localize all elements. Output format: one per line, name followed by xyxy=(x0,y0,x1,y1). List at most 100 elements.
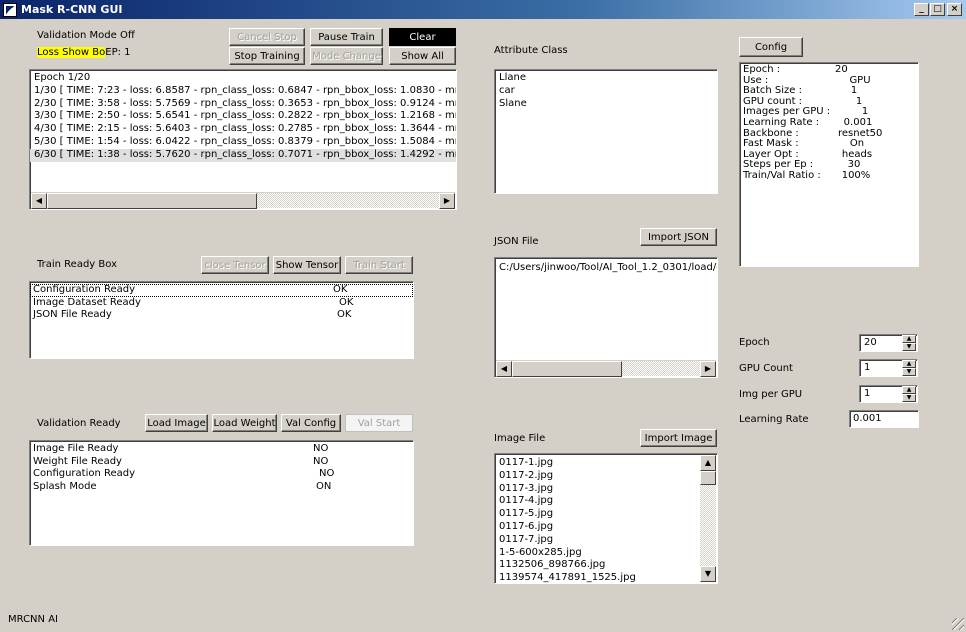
item-name: Configuration Ready xyxy=(33,284,136,295)
list-item[interactable]: 0117-2.jpg xyxy=(495,470,699,483)
list-item[interactable]: 0117-1.jpg xyxy=(495,457,699,470)
list-item[interactable]: Image Dataset Ready OK xyxy=(30,297,413,310)
attribute-class-list[interactable]: Llane car Slane xyxy=(494,69,718,194)
close-button[interactable]: × xyxy=(947,3,962,16)
image-file-list[interactable]: 0117-1.jpg 0117-2.jpg 0117-3.jpg 0117-4.… xyxy=(494,453,718,584)
list-item[interactable]: 0117-6.jpg xyxy=(495,521,699,534)
close-tensor-button[interactable]: close Tensor xyxy=(201,256,269,274)
clear-button[interactable]: Clear xyxy=(389,28,456,46)
load-image-button[interactable]: Load Image xyxy=(145,414,208,432)
spin-up-icon[interactable]: ▲ xyxy=(902,360,916,368)
scroll-right-icon[interactable]: ▶ xyxy=(439,193,455,209)
window-title: Mask R-CNN GUI xyxy=(21,3,123,16)
list-item[interactable]: car xyxy=(495,85,717,98)
val-config-button[interactable]: Val Config xyxy=(281,414,341,432)
scroll-thumb[interactable] xyxy=(700,471,716,485)
attribute-class-label: Attribute Class xyxy=(494,45,568,56)
training-log[interactable]: Epoch 1/20 1/30 [ TIME: 7:23 - loss: 6.8… xyxy=(29,69,457,210)
epoch-spinner[interactable]: 20 ▲ ▼ xyxy=(859,334,918,352)
show-tensor-button[interactable]: Show Tensor xyxy=(273,256,341,274)
resize-grip-icon[interactable] xyxy=(952,618,964,630)
spin-down-icon[interactable]: ▼ xyxy=(902,368,916,376)
list-item[interactable]: Splash Mode ON xyxy=(30,481,413,494)
list-item[interactable]: Configuration Ready OK xyxy=(30,284,413,297)
validation-ready-list[interactable]: Image File Ready NO Weight File Ready NO… xyxy=(29,440,414,546)
import-image-button[interactable]: Import Image xyxy=(640,429,717,447)
status-bar-text: MRCNN AI xyxy=(8,614,58,625)
list-item[interactable]: Configuration Ready NO xyxy=(30,468,413,481)
list-item[interactable]: 0117-5.jpg xyxy=(495,508,699,521)
import-json-button[interactable]: Import JSON xyxy=(640,228,717,246)
img-per-gpu-spinner[interactable]: 1 ▲ ▼ xyxy=(859,385,918,403)
load-weight-button[interactable]: Load Weight xyxy=(212,414,277,432)
list-item[interactable]: 0117-4.jpg xyxy=(495,495,699,508)
gpu-count-spinner[interactable]: 1 ▲ ▼ xyxy=(859,359,918,377)
epoch-value: 20 xyxy=(864,337,877,348)
json-horizontal-scrollbar[interactable]: ◀ ▶ xyxy=(496,360,716,377)
config-value: 0.001 xyxy=(843,116,873,128)
train-ready-list[interactable]: Configuration Ready OK Image Dataset Rea… xyxy=(29,281,414,359)
val-start-button[interactable]: Val Start xyxy=(345,414,413,432)
config-value: 100% xyxy=(841,169,871,181)
list-item[interactable]: 1-5-600x285.jpg xyxy=(495,547,699,560)
loss-show-label: Loss Show BoEP: 1 xyxy=(37,47,131,58)
spin-up-icon[interactable]: ▲ xyxy=(902,335,916,343)
list-item[interactable]: Image File Ready NO xyxy=(30,443,413,456)
scroll-thumb[interactable] xyxy=(47,193,257,209)
config-value: 20 xyxy=(835,64,848,75)
log-horizontal-scrollbar[interactable]: ◀ ▶ xyxy=(31,192,455,209)
item-name: Configuration Ready xyxy=(33,468,136,480)
mode-change-button[interactable]: Mode Change xyxy=(310,47,383,65)
scroll-up-icon[interactable]: ▲ xyxy=(700,455,716,471)
spin-down-icon[interactable]: ▼ xyxy=(902,343,916,351)
train-ready-label: Train Ready Box xyxy=(37,259,117,270)
title-bar[interactable]: Mask R-CNN GUI _ □ × xyxy=(0,0,966,19)
loss-show-epoch: EP: 1 xyxy=(105,47,131,58)
config-row: Epoch : 20 xyxy=(740,64,918,76)
app-icon xyxy=(3,2,17,17)
gpu-count-value: 1 xyxy=(864,362,871,373)
list-item[interactable]: 0117-7.jpg xyxy=(495,534,699,547)
epoch-label: Epoch xyxy=(739,337,770,348)
list-item[interactable]: 1132506_898766.jpg xyxy=(495,559,699,572)
loss-show-highlight: Loss Show Bo xyxy=(37,47,106,58)
spin-down-icon[interactable]: ▼ xyxy=(902,394,916,402)
stop-training-button[interactable]: Stop Training xyxy=(229,47,305,65)
list-item[interactable]: Slane xyxy=(495,98,717,111)
item-status: OK xyxy=(337,309,352,321)
image-file-label: Image File xyxy=(494,433,546,444)
list-item[interactable]: JSON File Ready OK xyxy=(30,309,413,322)
json-file-box[interactable]: C:/Users/jinwoo/Tool/AI_Tool_1.2_0301/lo… xyxy=(494,257,718,378)
config-row: Train/Val Ratio : 100% xyxy=(740,169,918,182)
item-status: NO xyxy=(313,443,329,454)
validation-mode-label: Validation Mode Off xyxy=(37,30,135,41)
cancel-stop-button[interactable]: Cancel Stop xyxy=(229,28,305,46)
maximize-button[interactable]: □ xyxy=(930,3,945,16)
config-button[interactable]: Config xyxy=(739,37,803,57)
train-start-button[interactable]: Train Start xyxy=(345,256,413,274)
scroll-left-icon[interactable]: ◀ xyxy=(31,193,47,209)
spin-up-icon[interactable]: ▲ xyxy=(902,386,916,394)
pause-train-button[interactable]: Pause Train xyxy=(310,28,383,46)
log-line: 5/30 [ TIME: 1:54 - loss: 6.0422 - rpn_c… xyxy=(34,135,457,147)
scroll-down-icon[interactable]: ▼ xyxy=(700,566,716,582)
list-item[interactable]: 1139574_417891_1525.jpg xyxy=(495,572,699,583)
config-key: Epoch : xyxy=(743,64,781,75)
list-item[interactable]: Llane xyxy=(495,72,717,85)
item-name: JSON File Ready xyxy=(33,309,112,321)
scroll-right-icon[interactable]: ▶ xyxy=(700,361,716,377)
log-line-selected: 6/30 [ TIME: 1:38 - loss: 5.7620 - rpn_c… xyxy=(30,148,456,162)
item-name: Image File Ready xyxy=(33,443,119,454)
minimize-button[interactable]: _ xyxy=(914,3,929,16)
learning-rate-input[interactable]: 0.001 xyxy=(849,410,919,428)
show-all-button[interactable]: Show All xyxy=(389,47,456,65)
img-per-gpu-value: 1 xyxy=(864,388,871,399)
image-vertical-scrollbar[interactable]: ▲ ▼ xyxy=(700,455,716,582)
item-name: Splash Mode xyxy=(33,480,97,492)
item-name: Image Dataset Ready xyxy=(33,296,141,308)
list-item[interactable]: Weight File Ready NO xyxy=(30,456,413,469)
scroll-left-icon[interactable]: ◀ xyxy=(496,361,512,377)
scroll-thumb[interactable] xyxy=(512,361,622,377)
item-status: OK xyxy=(339,296,354,308)
list-item[interactable]: 0117-3.jpg xyxy=(495,483,699,496)
